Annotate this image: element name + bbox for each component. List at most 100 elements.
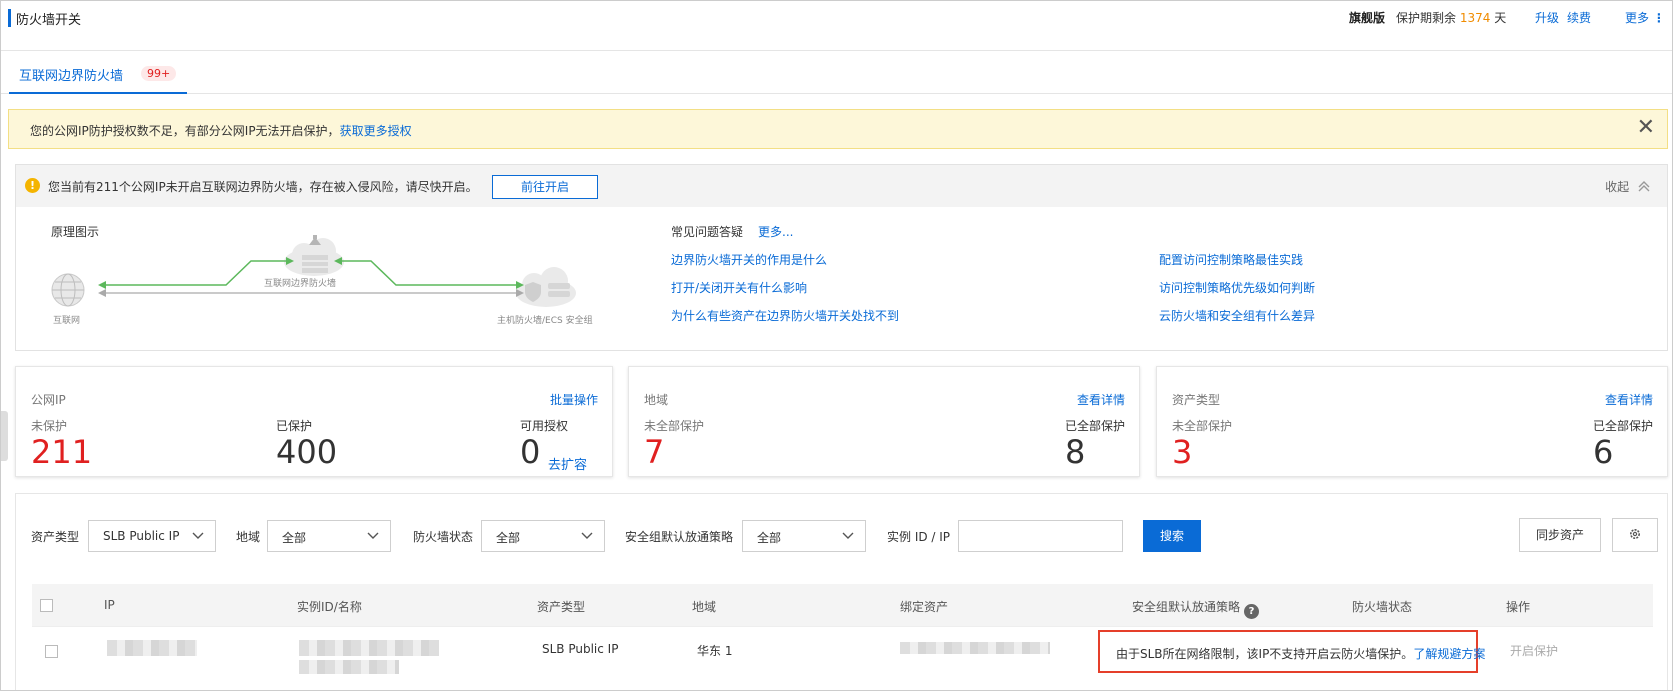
asset-partial-label: 未全部保护 <box>1172 419 1233 433</box>
page-title: 防火墙开关 <box>16 13 82 28</box>
available-label: 可用授权 <box>520 419 569 433</box>
info-alert-bar: ! 您当前有211个公网IP未开启互联网边界防火墙，存在被入侵风险，请尽快开启。… <box>16 165 1667 207</box>
info-panel: ! 您当前有211个公网IP未开启互联网边界防火墙，存在被入侵风险，请尽快开启。… <box>15 164 1668 351</box>
sg-policy-value: 全部 <box>757 531 782 545</box>
more-menu[interactable]: 更多 ⋮ <box>1625 9 1665 26</box>
collapse-label: 收起 <box>1605 180 1630 194</box>
region-partial-label: 未全部保护 <box>644 419 705 433</box>
tab-count-badge: 99+ <box>141 66 177 81</box>
gear-icon <box>1630 529 1640 539</box>
redacted-bound-asset <box>900 642 1050 654</box>
column-header: 资产类型 <box>537 600 586 614</box>
row-checkbox[interactable] <box>45 645 58 658</box>
tab-label: 互联网边界防火墙 <box>19 69 124 84</box>
unsupported-tooltip: 由于SLB所在网络限制，该IP不支持开启云防火墙保护。了解规避方案 <box>1098 630 1485 673</box>
info-message: 您当前有211个公网IP未开启互联网边界防火墙，存在被入侵风险，请尽快开启。 <box>48 180 478 194</box>
asset-details-link[interactable]: 查看详情 <box>1605 391 1653 408</box>
license-warning-banner: 您的公网IP防护授权数不足，有部分公网IP无法开启保护，获取更多授权 ✕ <box>8 109 1668 149</box>
asset-type-card: 资产类型 查看详情 未全部保护 3 已全部保护 6 <box>1156 366 1668 477</box>
warning-message: 您的公网IP防护授权数不足，有部分公网IP无法开启保护， <box>30 124 340 138</box>
asset-partial-count: 3 <box>1172 433 1193 471</box>
protected-label: 已保护 <box>276 419 313 433</box>
protect-period: 保护期剩余 1374 天 <box>1396 9 1506 26</box>
asset-type-filter-label: 资产类型 <box>31 530 80 544</box>
region-partial-count: 7 <box>644 433 665 471</box>
instance-filter-label: 实例 ID / IP <box>887 530 951 544</box>
batch-operation-link[interactable]: 批量操作 <box>550 391 598 408</box>
fw-status-value: 全部 <box>496 531 521 545</box>
region-value: 全部 <box>282 531 307 545</box>
asset-all-label: 已全部保护 <box>1592 419 1653 433</box>
search-button[interactable]: 搜索 <box>1143 520 1201 552</box>
faq-link[interactable]: 边界防火墙开关的作用是什么 <box>671 251 827 268</box>
internet-globe-icon <box>51 273 85 307</box>
faq-link[interactable]: 云防火墙和安全组有什么差异 <box>1159 307 1315 324</box>
protected-count: 400 <box>276 433 338 471</box>
column-header: IP <box>104 598 115 612</box>
settings-button[interactable] <box>1612 518 1658 552</box>
workaround-link[interactable]: 了解规避方案 <box>1413 647 1485 661</box>
host-cloud-icon <box>516 267 576 307</box>
region-filter-label: 地域 <box>236 530 261 544</box>
tooltip-message: 由于SLB所在网络限制，该IP不支持开启云防火墙保护。 <box>1116 647 1414 661</box>
faq-link[interactable]: 打开/关闭开关有什么影响 <box>671 279 807 296</box>
side-drawer-handle[interactable] <box>1 411 8 461</box>
chevron-down-icon <box>842 532 854 539</box>
chevron-down-icon <box>581 532 593 539</box>
expand-link[interactable]: 去扩容 <box>548 454 587 473</box>
edition-label: 旗舰版 <box>1349 11 1386 25</box>
redacted-instance-id <box>299 640 439 656</box>
faq-link[interactable]: 为什么有些资产在边界防火墙开关处找不到 <box>671 307 899 324</box>
license-warning-text: 您的公网IP防护授权数不足，有部分公网IP无法开启保护，获取更多授权 <box>30 122 412 139</box>
diagram-label-internet: 互联网 <box>53 316 81 326</box>
card-title: 地域 <box>644 393 669 407</box>
protect-prefix: 保护期剩余 <box>1396 11 1457 25</box>
faq-link[interactable]: 访问控制策略优先级如何判断 <box>1159 279 1315 296</box>
protect-days: 1374 <box>1459 11 1491 25</box>
fw-status-select[interactable]: 全部 <box>481 520 605 552</box>
faq-link[interactable]: 配置访问控制策略最佳实践 <box>1159 251 1303 268</box>
help-icon[interactable]: ? <box>1244 604 1260 619</box>
row-region: 华东 1 <box>697 644 733 658</box>
faq-more-link[interactable]: 更多... <box>758 223 793 240</box>
renew-link[interactable]: 续费 <box>1567 9 1591 26</box>
region-all-label: 已全部保护 <box>1064 419 1125 433</box>
chevron-up-icon <box>1638 181 1650 192</box>
fw-status-filter-label: 防火墙状态 <box>413 530 474 544</box>
asset-type-select[interactable]: SLB Public IP <box>88 520 216 552</box>
get-more-license-link[interactable]: 获取更多授权 <box>340 124 412 138</box>
warning-icon: ! <box>25 178 40 193</box>
unprotected-label: 未保护 <box>31 419 68 433</box>
table-header: IP 实例ID/名称 资产类型 地域 绑定资产 安全组默认放通策略? 防火墙状态… <box>32 584 1653 626</box>
region-card: 地域 查看详情 未全部保护 7 已全部保护 8 <box>628 366 1140 477</box>
region-all-count: 8 <box>1065 433 1086 471</box>
card-title: 公网IP <box>31 393 66 407</box>
column-header-sg-policy: 安全组默认放通策略? <box>1132 598 1260 619</box>
enable-protection-action[interactable]: 开启保护 <box>1510 642 1558 659</box>
sync-assets-button[interactable]: 同步资产 <box>1519 518 1601 552</box>
upgrade-link[interactable]: 升级 <box>1535 9 1559 26</box>
column-header: 实例ID/名称 <box>297 600 362 614</box>
redacted-instance-name <box>299 660 399 674</box>
instance-search-input[interactable] <box>958 520 1123 552</box>
page-header: 防火墙开关 旗舰版 保护期剩余 1374 天 升级 续费 更多 ⋮ <box>1 1 1672 51</box>
close-icon[interactable]: ✕ <box>1637 117 1655 139</box>
sg-policy-filter-label: 安全组默认放通策略 <box>625 530 734 544</box>
chevron-down-icon <box>192 532 204 539</box>
title-accent-bar <box>8 9 11 27</box>
select-all-checkbox[interactable] <box>40 599 53 612</box>
asset-type-value: SLB Public IP <box>103 529 180 543</box>
tab-internet-firewall[interactable]: 互联网边界防火墙 99+ <box>9 63 187 94</box>
goto-enable-button[interactable]: 前往开启 <box>492 175 598 199</box>
app-window: 防火墙开关 旗舰版 保护期剩余 1374 天 升级 续费 更多 ⋮ 互联网边界防… <box>0 0 1673 691</box>
tab-bar: 互联网边界防火墙 99+ <box>1 51 1672 94</box>
collapse-toggle[interactable]: 收起 <box>1605 178 1651 195</box>
faq-title: 常见问题答疑 <box>671 225 744 239</box>
column-header: 防火墙状态 <box>1352 600 1413 614</box>
region-details-link[interactable]: 查看详情 <box>1077 391 1125 408</box>
region-select[interactable]: 全部 <box>267 520 391 552</box>
chevron-down-icon <box>367 532 379 539</box>
sg-policy-select[interactable]: 全部 <box>742 520 866 552</box>
column-header-label: 安全组默认放通策略 <box>1132 600 1241 614</box>
firewall-cloud-icon <box>284 235 344 276</box>
